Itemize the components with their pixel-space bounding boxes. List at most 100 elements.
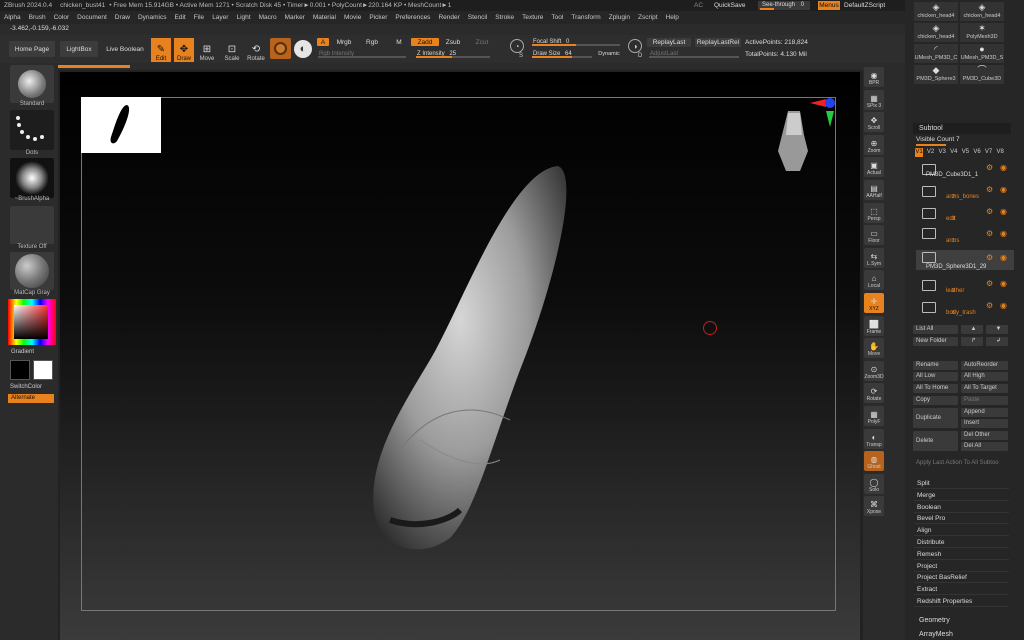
gear-icon[interactable]: ⚙ bbox=[986, 185, 993, 194]
alternate-button[interactable]: Alternate bbox=[8, 394, 54, 403]
zadd-button[interactable]: Zadd bbox=[411, 38, 439, 46]
version-tab-v2[interactable]: V2 bbox=[927, 148, 935, 157]
material-swatch[interactable] bbox=[270, 38, 291, 59]
tool-thumb[interactable]: ◆ PM3D_Sphere3 bbox=[914, 65, 958, 84]
arrow-left-button[interactable]: ↲ bbox=[986, 337, 1008, 346]
geometry-header[interactable]: Geometry bbox=[913, 615, 1011, 627]
gear-icon[interactable]: ⚙ bbox=[986, 253, 993, 262]
menu-item-marker[interactable]: Marker bbox=[281, 14, 309, 21]
section-distribute[interactable]: Distribute bbox=[914, 537, 1009, 548]
subtool-row[interactable]: 5 leather ⚙ ◉ bbox=[916, 276, 1014, 296]
menu-item-macro[interactable]: Macro bbox=[255, 14, 281, 21]
arraymesh-header[interactable]: ArrayMesh bbox=[913, 630, 1011, 640]
focal-shift-slider[interactable]: Focal Shift 0 bbox=[530, 38, 622, 46]
menu-item-light[interactable]: Light bbox=[232, 14, 254, 21]
section-merge[interactable]: Merge bbox=[914, 490, 1009, 501]
eye-icon[interactable]: ◉ bbox=[1000, 229, 1007, 238]
live-boolean-button[interactable]: Live Boolean bbox=[103, 41, 147, 57]
adjust-last-slider[interactable]: AdjustLast bbox=[647, 50, 741, 58]
menu-item-tool[interactable]: Tool bbox=[547, 14, 567, 21]
a-toggle[interactable]: A bbox=[317, 38, 329, 46]
menu-item-draw[interactable]: Draw bbox=[111, 14, 134, 21]
shelf-bpr[interactable]: ◉ BPR bbox=[864, 67, 884, 87]
menu-item-stroke[interactable]: Stroke bbox=[491, 14, 518, 21]
replay-last-button[interactable]: ReplayLast bbox=[647, 38, 691, 47]
move-up-button[interactable]: ▲ bbox=[961, 325, 983, 334]
menu-item-brush[interactable]: Brush bbox=[25, 14, 50, 21]
section-redshift-properties[interactable]: Redshift Properties bbox=[914, 596, 1009, 607]
matcap-thumbnail[interactable] bbox=[10, 252, 54, 290]
draw-size-slider[interactable]: Draw Size 64 bbox=[530, 50, 594, 58]
rotate-mode-button[interactable]: ⟲ Rotate bbox=[246, 38, 266, 62]
eye-icon[interactable]: ◉ bbox=[1000, 279, 1007, 288]
subtool-row[interactable]: 3 edit ⚙ ◉ bbox=[916, 204, 1014, 224]
eye-icon[interactable]: ◉ bbox=[1000, 301, 1007, 310]
menus-toggle[interactable]: Menus bbox=[818, 1, 840, 10]
section-split[interactable]: Split bbox=[914, 478, 1009, 489]
home-page-button[interactable]: Home Page bbox=[9, 41, 55, 57]
rgb-intensity-slider[interactable]: Rgb Intensity bbox=[316, 50, 408, 58]
append-button[interactable]: Append bbox=[961, 408, 1008, 417]
del-other-button[interactable]: Del Other bbox=[961, 431, 1008, 440]
shelf-frame[interactable]: ⬜ Frame bbox=[864, 315, 884, 336]
menu-item-color[interactable]: Color bbox=[50, 14, 74, 21]
rename-button[interactable]: Rename bbox=[913, 361, 958, 370]
menu-item-alpha[interactable]: Alpha bbox=[0, 14, 25, 21]
shelf-zoom3d[interactable]: ⊙ Zoom3D bbox=[864, 360, 884, 381]
eye-icon[interactable]: ◉ bbox=[1000, 207, 1007, 216]
menu-item-help[interactable]: Help bbox=[662, 14, 683, 21]
subtool-row[interactable]: PM3D_Cube3D1_1 ⚙ ◉ bbox=[916, 160, 1014, 180]
alpha-thumbnail[interactable] bbox=[10, 158, 54, 198]
d-dial-icon[interactable]: ◑ bbox=[628, 39, 642, 53]
mrgb-button[interactable]: Mrgb bbox=[332, 38, 356, 46]
menu-item-layer[interactable]: Layer bbox=[208, 14, 232, 21]
gear-icon[interactable]: ⚙ bbox=[986, 279, 993, 288]
eye-icon[interactable]: ◉ bbox=[1000, 163, 1007, 172]
rgb-button[interactable]: Rgb bbox=[362, 38, 382, 46]
tool-thumb[interactable]: ◈ chicken_head4 bbox=[960, 2, 1004, 21]
tool-thumb[interactable]: ◜ UMesh_PM3D_C bbox=[914, 44, 958, 63]
shelf-l-sym[interactable]: ⇆ L.Sym bbox=[864, 247, 884, 268]
gear-icon[interactable]: ⚙ bbox=[986, 229, 993, 238]
brush-thumbnail[interactable] bbox=[10, 65, 54, 103]
edit-mode-button[interactable]: ✎ Edit bbox=[151, 38, 171, 62]
all-high-button[interactable]: All High bbox=[961, 372, 1008, 381]
secondary-color-swatch[interactable] bbox=[10, 360, 30, 380]
section-align[interactable]: Align bbox=[914, 525, 1009, 537]
draw-mode-button[interactable]: ✥ Draw bbox=[174, 38, 194, 62]
s-dial-icon[interactable]: ◔ bbox=[510, 39, 524, 53]
arrow-right-button[interactable]: ↱ bbox=[961, 337, 983, 346]
section-boolean[interactable]: Boolean bbox=[914, 502, 1009, 513]
zcut-button[interactable]: Zcut bbox=[473, 38, 491, 46]
auto-reorder-button[interactable]: AutoReorder bbox=[961, 361, 1008, 370]
all-to-home-button[interactable]: All To Home bbox=[913, 384, 958, 393]
tool-thumb[interactable]: ◈ chicken_head4 bbox=[914, 2, 958, 21]
duplicate-button[interactable]: Duplicate bbox=[913, 408, 958, 428]
switch-color-button[interactable]: SwitchColor bbox=[10, 384, 42, 390]
insert-button[interactable]: Insert bbox=[961, 419, 1008, 428]
see-through-slider[interactable]: See-through 0 bbox=[758, 1, 810, 10]
shelf-persp[interactable]: ⬚ Persp bbox=[864, 202, 884, 223]
shelf-ghost[interactable]: ◍ Ghost bbox=[864, 451, 884, 472]
version-tab-v4[interactable]: V4 bbox=[950, 148, 958, 157]
shelf-actual[interactable]: ▣ Actual bbox=[864, 157, 884, 178]
menu-item-transform[interactable]: Transform bbox=[567, 14, 604, 21]
shelf-scroll[interactable]: ✥ Scroll bbox=[864, 112, 884, 133]
dynamic-button[interactable]: Dynamic bbox=[596, 50, 622, 58]
gear-icon[interactable]: ⚙ bbox=[986, 207, 993, 216]
quicksave-button[interactable]: QuickSave bbox=[714, 2, 745, 9]
version-tab-v1[interactable]: V1 bbox=[915, 148, 923, 157]
subtool-row[interactable]: 6 body_trash ⚙ ◉ bbox=[916, 298, 1014, 318]
new-folder-button[interactable]: New Folder bbox=[913, 337, 958, 346]
menu-item-texture[interactable]: Texture bbox=[518, 14, 547, 21]
shelf-xyz[interactable]: ✛ XYZ bbox=[864, 293, 884, 313]
menu-item-preferences[interactable]: Preferences bbox=[391, 14, 434, 21]
menu-item-zplugin[interactable]: Zplugin bbox=[605, 14, 634, 21]
gear-icon[interactable]: ⚙ bbox=[986, 163, 993, 172]
del-all-button[interactable]: Del All bbox=[961, 442, 1008, 451]
menu-item-zscript[interactable]: Zscript bbox=[634, 14, 662, 21]
visible-count-slider[interactable]: Visible Count 7 bbox=[913, 136, 973, 146]
delete-button[interactable]: Delete bbox=[913, 431, 958, 451]
menu-item-edit[interactable]: Edit bbox=[171, 14, 190, 21]
eye-icon[interactable]: ◉ bbox=[1000, 253, 1007, 262]
